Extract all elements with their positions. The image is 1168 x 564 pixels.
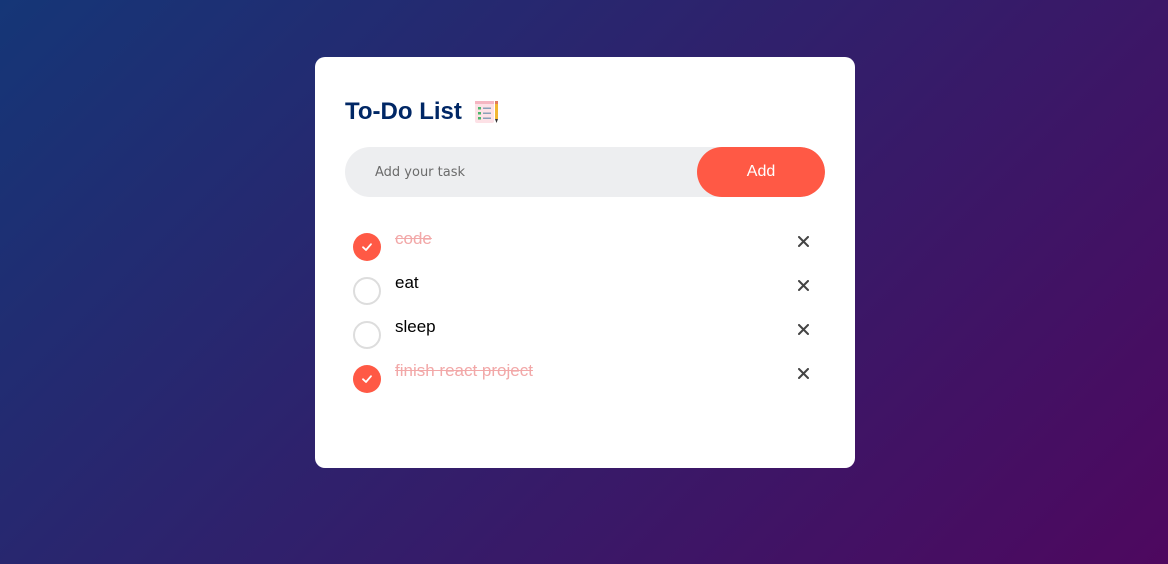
task-text: code	[395, 229, 432, 248]
close-icon	[797, 323, 809, 335]
remove-task-button[interactable]	[795, 233, 811, 249]
task-item[interactable]: sleep	[345, 311, 825, 355]
task-text: finish react project	[395, 361, 533, 380]
task-item[interactable]: code	[345, 223, 825, 267]
todo-card: To-Do List Add code	[315, 57, 855, 468]
checklist-notepad-icon	[472, 98, 500, 126]
checkbox-unchecked[interactable]	[353, 277, 381, 305]
add-button[interactable]: Add	[697, 147, 825, 197]
checkmark-icon	[362, 375, 372, 383]
task-input[interactable]	[345, 147, 697, 197]
close-icon	[797, 367, 809, 379]
checkmark-icon	[362, 243, 372, 251]
task-text: eat	[395, 273, 419, 292]
task-item[interactable]: finish react project	[345, 355, 825, 399]
task-text: sleep	[395, 317, 436, 336]
checkbox-unchecked[interactable]	[353, 321, 381, 349]
task-list: code eat sleep finish react project	[345, 223, 825, 399]
title-row: To-Do List	[345, 97, 825, 127]
checkbox-checked[interactable]	[353, 365, 381, 393]
remove-task-button[interactable]	[795, 321, 811, 337]
add-task-row: Add	[345, 147, 825, 197]
close-icon	[797, 235, 809, 247]
task-item[interactable]: eat	[345, 267, 825, 311]
close-icon	[797, 279, 809, 291]
page-title: To-Do List	[345, 98, 462, 125]
remove-task-button[interactable]	[795, 277, 811, 293]
remove-task-button[interactable]	[795, 365, 811, 381]
checkbox-checked[interactable]	[353, 233, 381, 261]
